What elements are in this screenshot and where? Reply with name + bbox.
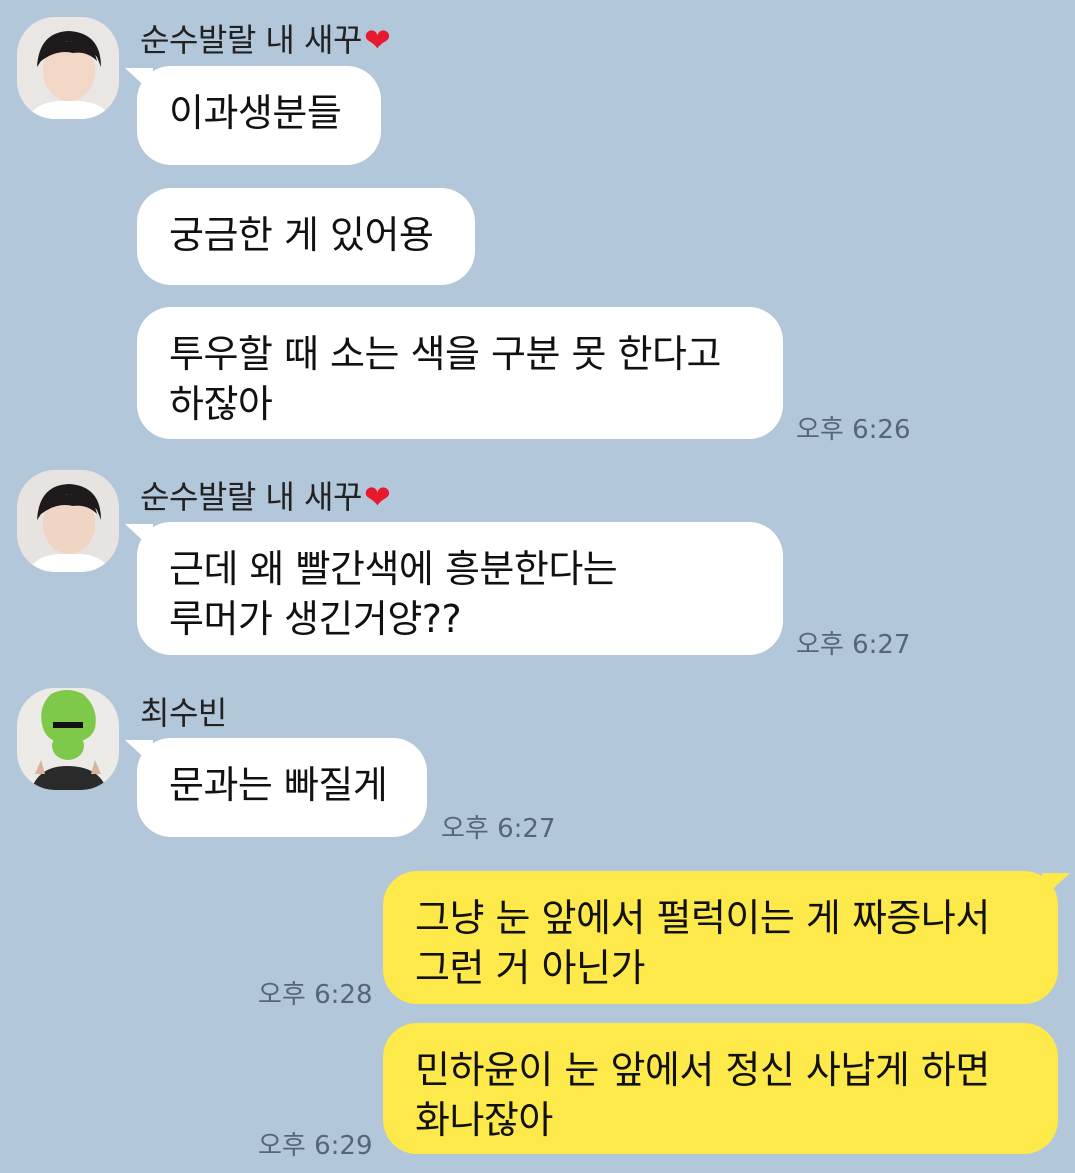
message-timestamp: 오후 6:26 (796, 415, 911, 445)
avatar-sender-1[interactable] (17, 17, 119, 119)
message-line: 루머가 생긴거양?? (169, 597, 462, 641)
message-timestamp: 오후 6:28 (258, 980, 373, 1010)
message-bubble-outgoing[interactable]: 그냥 눈 앞에서 펄럭이는 게 짜증나서 그런 거 아닌가 (383, 871, 1070, 1004)
message-line: 그냥 눈 앞에서 펄럭이는 게 짜증나서 (415, 896, 990, 940)
message-timestamp: 오후 6:27 (441, 814, 556, 844)
message-bubble[interactable]: 문과는 빠질게 (125, 738, 427, 837)
message-line: 문과는 빠질게 (169, 763, 388, 807)
heart-icon: ❤ (363, 21, 391, 59)
sender-name-text: 순수발랄 내 새꾸 (140, 21, 362, 59)
message-bubble[interactable]: 투우할 때 소는 색을 구분 못 한다고 하잖아 (137, 307, 783, 439)
heart-icon: ❤ (363, 478, 391, 516)
message-line: 궁금한 게 있어용 (169, 213, 434, 257)
sender-name: 순수발랄 내 새꾸❤ (140, 15, 391, 61)
avatar-sender-2[interactable] (17, 688, 119, 790)
message-bubble[interactable]: 이과생분들 (125, 66, 381, 165)
sender-name-text: 최수빈 (140, 694, 227, 732)
sender-name-text: 순수발랄 내 새꾸 (140, 478, 362, 516)
message-timestamp: 오후 6:29 (258, 1131, 373, 1161)
sender-name: 순수발랄 내 새꾸❤ (140, 472, 391, 518)
message-line: 화나잖아 (415, 1098, 553, 1142)
message-line: 이과생분들 (169, 91, 342, 135)
avatar-sender-1[interactable] (17, 470, 119, 572)
message-line: 민하윤이 눈 앞에서 정신 사납게 하면 (415, 1048, 990, 1092)
message-timestamp: 오후 6:27 (796, 630, 911, 660)
message-line: 근데 왜 빨간색에 흥분한다는 (169, 547, 618, 591)
sender-name: 최수빈 (140, 688, 227, 734)
message-bubble[interactable]: 궁금한 게 있어용 (137, 188, 475, 285)
message-bubble[interactable]: 근데 왜 빨간색에 흥분한다는 루머가 생긴거양?? (125, 522, 783, 655)
message-bubble-outgoing[interactable]: 민하윤이 눈 앞에서 정신 사납게 하면 화나잖아 (383, 1023, 1058, 1154)
message-line: 그런 거 아닌가 (415, 946, 645, 990)
message-line: 투우할 때 소는 색을 구분 못 한다고 (169, 332, 721, 376)
message-line: 하잖아 (169, 382, 273, 426)
